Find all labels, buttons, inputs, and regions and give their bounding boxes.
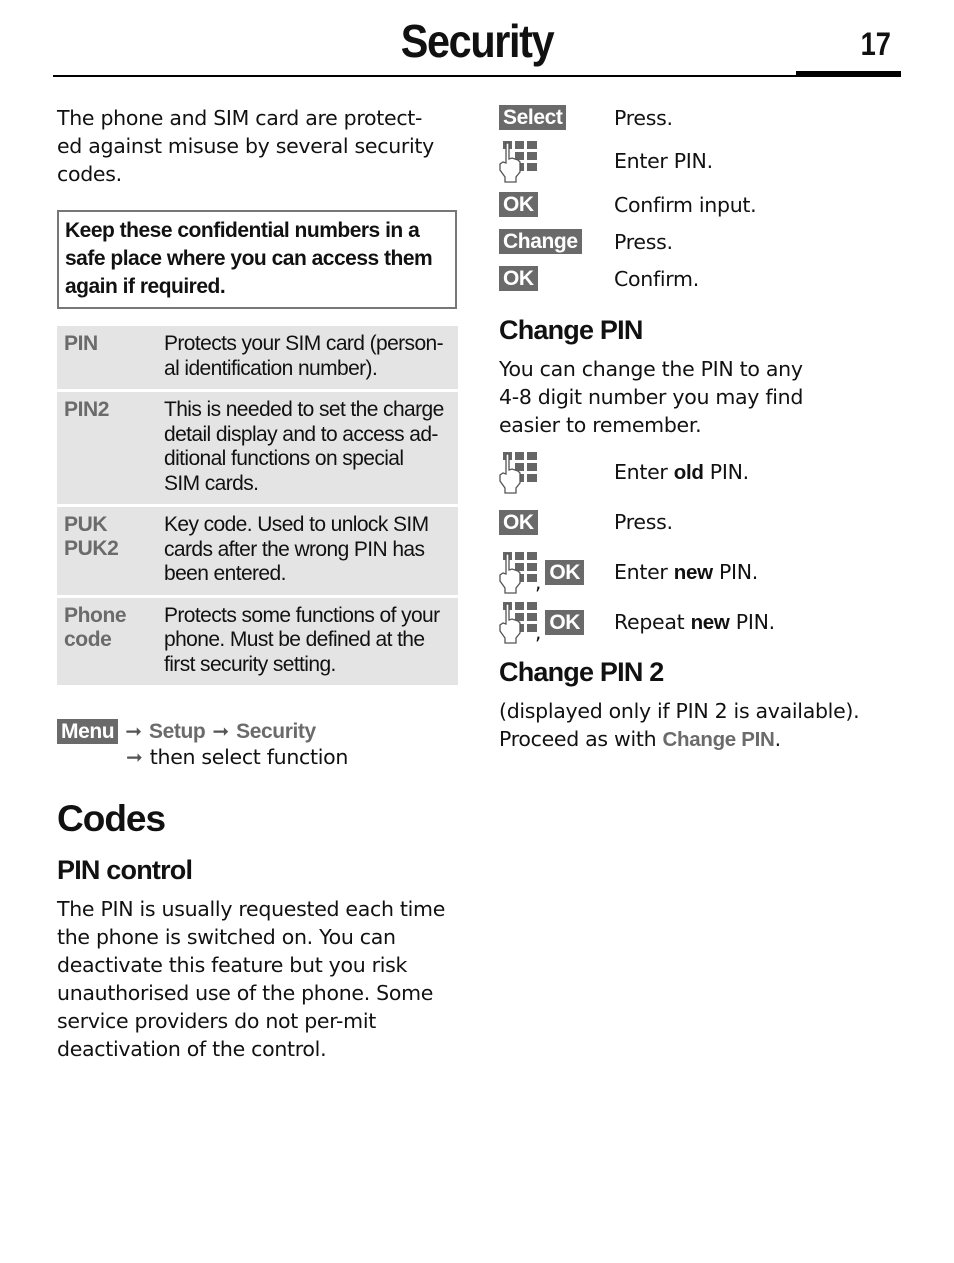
select-softkey: Select [499, 105, 567, 130]
keypad-icon [499, 602, 537, 644]
code-row-phone-code: Phone code Protects some functions of yo… [57, 597, 458, 685]
code-description: Protects some functions of your phone. M… [164, 603, 440, 676]
step-text: Enter PIN. [614, 149, 713, 173]
left-column: The phone and SIM card are protect- ed a… [57, 104, 458, 1063]
codes-heading: Codes [57, 798, 166, 839]
page-number: 17 [860, 26, 891, 62]
keypad-icon [499, 452, 537, 494]
step-text: Repeat new PIN. [614, 609, 775, 634]
ok-softkey: OK [545, 559, 585, 585]
step-text: Press. [614, 229, 673, 254]
right-column: Select Press. Enter PIN. OK Confirm inpu… [499, 104, 919, 754]
step: Change Press. [499, 223, 919, 260]
comma-separator: , [535, 620, 542, 644]
code-row-pin2: PIN2 This is needed to set the charge de… [57, 392, 458, 504]
step: , OK Enter new PIN. [499, 547, 919, 597]
step-text: Press. [614, 510, 673, 534]
codes-table: PIN Protects your SIM card (person- al i… [57, 326, 458, 685]
step-text: Press. [614, 105, 673, 130]
step: OK Confirm input. [499, 186, 919, 223]
change-pin-steps: Enter old PIN. OK Press. , OK Enter new … [499, 447, 919, 647]
step-text: Confirm. [614, 266, 699, 291]
comma-separator: , [535, 570, 542, 594]
notice-box: Keep these confidential numbers in a saf… [57, 210, 457, 309]
code-description: This is needed to set the charge detail … [164, 398, 444, 495]
keypad-icon [499, 552, 537, 594]
menu-path-security: Security [236, 720, 316, 743]
arrow-right-icon: ➞ [126, 745, 143, 769]
header-rule [53, 75, 797, 77]
step: Select Press. [499, 99, 919, 136]
change-softkey: Change [499, 229, 582, 254]
pin-control-heading: PIN control [57, 855, 193, 885]
notice-text: Keep these confidential numbers in a saf… [65, 219, 433, 298]
step: OK Confirm. [499, 260, 919, 297]
keypad-icon [499, 141, 537, 183]
pin-control-paragraph: The PIN is usually requested each time t… [57, 897, 446, 1061]
code-description: Protects your SIM card (person- al ident… [164, 332, 444, 380]
code-name: PIN2 [64, 398, 110, 421]
menu-path-setup: Setup [149, 720, 206, 743]
ok-softkey: OK [499, 509, 538, 535]
code-row-pin: PIN Protects your SIM card (person- al i… [57, 326, 458, 389]
code-name: PIN [64, 332, 98, 355]
change-pin2-heading: Change PIN 2 [499, 657, 664, 687]
change-pin2-paragraph: (displayed only if PIN 2 is available). … [499, 699, 860, 751]
step: Enter old PIN. [499, 447, 919, 497]
step: , OK Repeat new PIN. [499, 597, 919, 647]
code-row-puk: PUK PUK2 Key code. Used to unlock SIM ca… [57, 507, 458, 595]
change-pin-reference: Change PIN [662, 728, 775, 751]
step: Enter PIN. [499, 136, 919, 186]
page-title: Security [400, 15, 555, 67]
code-description: Key code. Used to unlock SIM cards after… [164, 513, 429, 585]
ok-softkey: OK [545, 609, 585, 635]
code-name: Phone code [64, 603, 127, 651]
step: OK Press. [499, 497, 919, 547]
change-pin-heading: Change PIN [499, 315, 643, 345]
step-text: Enter old PIN. [614, 459, 749, 484]
menu-path-final: then select function [149, 745, 349, 769]
step-text: Enter new PIN. [614, 559, 759, 584]
code-name: PUK PUK2 [64, 513, 119, 560]
arrow-right-icon: ➞ [212, 719, 230, 743]
ok-softkey: OK [499, 266, 538, 291]
change-pin-paragraph: You can change the PIN to any 4-8 digit … [499, 357, 804, 437]
pin-control-steps: Select Press. Enter PIN. OK Confirm inpu… [499, 99, 919, 297]
arrow-right-icon: ➞ [125, 719, 142, 743]
menu-path: Menu ➞ Setup ➞ Security ➞ then select fu… [57, 719, 457, 775]
menu-softkey: Menu [57, 719, 119, 744]
intro-paragraph: The phone and SIM card are protect- ed a… [57, 106, 434, 186]
step-text: Confirm input. [614, 192, 757, 217]
header-rule-accent [796, 71, 901, 77]
ok-softkey: OK [499, 192, 538, 217]
